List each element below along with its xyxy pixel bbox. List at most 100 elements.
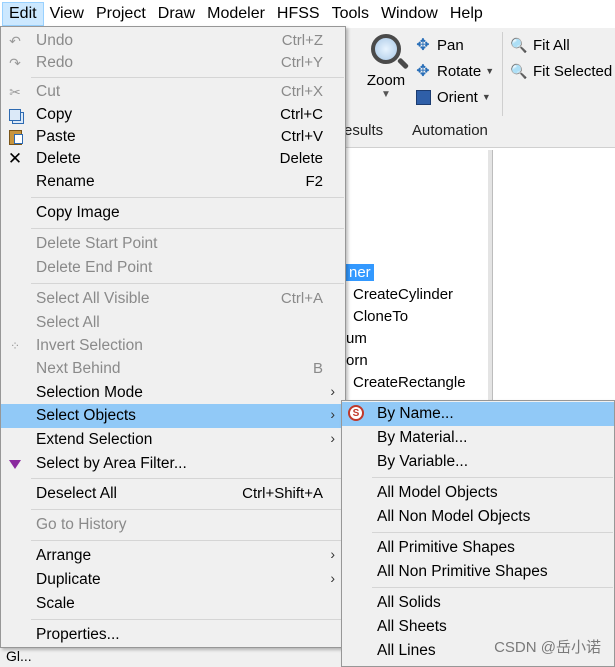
menu-separator <box>372 477 613 478</box>
tree-item-orn[interactable]: orn <box>346 352 368 369</box>
delete-end-point-label: Delete End Point <box>36 259 153 276</box>
cut-icon: ✂ <box>9 83 21 100</box>
tree-item-um[interactable]: um <box>346 330 367 347</box>
delete-shortcut: Delete <box>279 150 323 167</box>
extend-selection-label: Extend Selection <box>36 431 153 448</box>
menu-separator <box>31 283 344 284</box>
edit-menu: ↶ Undo Ctrl+Z ↷ Redo Ctrl+Y ✂ Cut Ctrl+X… <box>0 26 346 648</box>
menu-item-selection-mode[interactable]: Selection Mode › <box>1 381 345 405</box>
tree-item-clone-to[interactable]: CloneTo <box>353 308 408 325</box>
menu-help[interactable]: Help <box>444 2 489 26</box>
by-name-label: By Name... <box>377 405 454 422</box>
menu-item-redo[interactable]: ↷ Redo Ctrl+Y <box>1 51 345 75</box>
submenu-item-by-material[interactable]: By Material... <box>342 426 614 450</box>
menu-item-copy-image[interactable]: Copy Image <box>1 201 345 225</box>
menu-item-paste[interactable]: Paste Ctrl+V <box>1 125 345 149</box>
tab-automation[interactable]: Automation <box>412 122 488 139</box>
redo-shortcut: Ctrl+Y <box>280 54 323 71</box>
menu-project[interactable]: Project <box>90 2 152 26</box>
menu-item-properties[interactable]: Properties... <box>1 623 345 647</box>
fit-selected-icon: 🔍 <box>510 62 528 79</box>
copy-icon <box>6 106 24 124</box>
menu-item-select-all-visible[interactable]: Select All Visible Ctrl+A <box>1 287 345 311</box>
menu-item-delete-end-point[interactable]: Delete End Point <box>1 256 345 280</box>
redo-label: Redo <box>36 54 74 71</box>
menu-item-delete-start-point[interactable]: Delete Start Point <box>1 232 345 256</box>
menu-item-scale[interactable]: Scale <box>1 592 345 616</box>
menu-item-arrange[interactable]: Arrange › <box>1 544 345 568</box>
menu-item-duplicate[interactable]: Duplicate › <box>1 568 345 592</box>
orient-icon <box>414 88 432 106</box>
all-model-objects-label: All Model Objects <box>377 484 498 501</box>
zoom-label: Zoom <box>366 72 406 89</box>
menu-item-copy[interactable]: Copy Ctrl+C <box>1 103 345 127</box>
menu-item-select-objects[interactable]: Select Objects › <box>1 404 345 428</box>
menu-item-undo[interactable]: ↶ Undo Ctrl+Z <box>1 29 345 53</box>
rotate-button[interactable]: ✥ Rotate ▼ <box>414 62 495 81</box>
menu-item-go-to-history[interactable]: Go to History <box>1 513 345 537</box>
submenu-item-all-non-model-objects[interactable]: All Non Model Objects <box>342 505 614 529</box>
chevron-right-icon: › <box>330 406 335 422</box>
select-all-visible-label: Select All Visible <box>36 290 150 307</box>
submenu-item-all-model-objects[interactable]: All Model Objects <box>342 481 614 505</box>
duplicate-label: Duplicate <box>36 571 101 588</box>
bottom-bar <box>0 645 346 667</box>
menu-window[interactable]: Window <box>375 2 444 26</box>
chevron-down-icon: ▼ <box>381 89 391 100</box>
menu-separator <box>372 532 613 533</box>
fit-all-icon: 🔍 <box>510 36 528 53</box>
pan-button[interactable]: ✥ Pan <box>414 36 463 55</box>
chevron-down-icon: ▼ <box>485 66 495 76</box>
select-all-visible-shortcut: Ctrl+A <box>280 290 323 307</box>
submenu-item-by-variable[interactable]: By Variable... <box>342 450 614 474</box>
pan-icon: ✥ <box>416 37 430 54</box>
bottom-item-gl[interactable]: Gl... <box>6 648 32 664</box>
chevron-right-icon: › <box>330 383 335 399</box>
menu-item-deselect-all[interactable]: Deselect All Ctrl+Shift+A <box>1 482 345 506</box>
next-behind-shortcut: B <box>312 360 323 377</box>
fit-selected-label: Fit Selected <box>533 62 613 80</box>
filter-icon <box>6 455 24 473</box>
tree-item-create-cylinder[interactable]: CreateCylinder <box>353 286 453 303</box>
menu-modeler[interactable]: Modeler <box>201 2 271 26</box>
watermark: CSDN @岳小诺 <box>494 639 601 656</box>
arrange-label: Arrange <box>36 547 92 564</box>
menu-item-rename[interactable]: Rename F2 <box>1 170 345 194</box>
menu-edit[interactable]: Edit <box>2 2 44 26</box>
cut-shortcut: Ctrl+X <box>280 83 323 100</box>
menu-item-select-all[interactable]: Select All <box>1 311 345 335</box>
menu-item-invert-selection[interactable]: ⁘ Invert Selection <box>1 334 345 358</box>
submenu-item-by-name[interactable]: S By Name... <box>342 402 614 426</box>
zoom-button[interactable]: Zoom ▼ <box>364 34 408 100</box>
tree-item-selected[interactable]: ner <box>346 264 374 281</box>
menu-item-next-behind[interactable]: Next Behind B <box>1 357 345 381</box>
menu-view[interactable]: View <box>44 2 90 26</box>
deselect-all-label: Deselect All <box>36 485 117 502</box>
fit-all-button[interactable]: 🔍 Fit All <box>510 36 570 54</box>
submenu-item-all-solids[interactable]: All Solids <box>342 591 614 615</box>
fit-selected-button[interactable]: 🔍 Fit Selected <box>510 62 612 80</box>
select-all-label: Select All <box>36 314 100 331</box>
tab-results[interactable]: esults <box>344 122 383 139</box>
copy-image-label: Copy Image <box>36 204 120 221</box>
magnifier-icon <box>371 34 401 64</box>
select-objects-submenu: S By Name... By Material... By Variable.… <box>341 400 615 667</box>
menu-item-select-by-area-filter[interactable]: Select by Area Filter... <box>1 452 345 476</box>
menu-item-cut[interactable]: ✂ Cut Ctrl+X <box>1 80 345 104</box>
all-lines-label: All Lines <box>377 642 436 659</box>
menu-tools[interactable]: Tools <box>326 2 375 26</box>
tree-item-create-rectangle[interactable]: CreateRectangle <box>353 374 466 391</box>
menu-separator <box>31 540 344 541</box>
menu-item-delete[interactable]: ✕ Delete Delete <box>1 147 345 171</box>
orient-button[interactable]: Orient ▼ <box>414 88 491 106</box>
scale-label: Scale <box>36 595 75 612</box>
menu-item-extend-selection[interactable]: Extend Selection › <box>1 428 345 452</box>
ribbon-divider <box>502 32 503 116</box>
submenu-item-all-primitive-shapes[interactable]: All Primitive Shapes <box>342 536 614 560</box>
menubar: Edit View Project Draw Modeler HFSS Tool… <box>0 0 615 28</box>
fit-all-label: Fit All <box>533 36 570 54</box>
redo-icon: ↷ <box>9 54 21 71</box>
menu-hfss[interactable]: HFSS <box>271 2 326 26</box>
submenu-item-all-non-primitive-shapes[interactable]: All Non Primitive Shapes <box>342 560 614 584</box>
menu-draw[interactable]: Draw <box>152 2 201 26</box>
